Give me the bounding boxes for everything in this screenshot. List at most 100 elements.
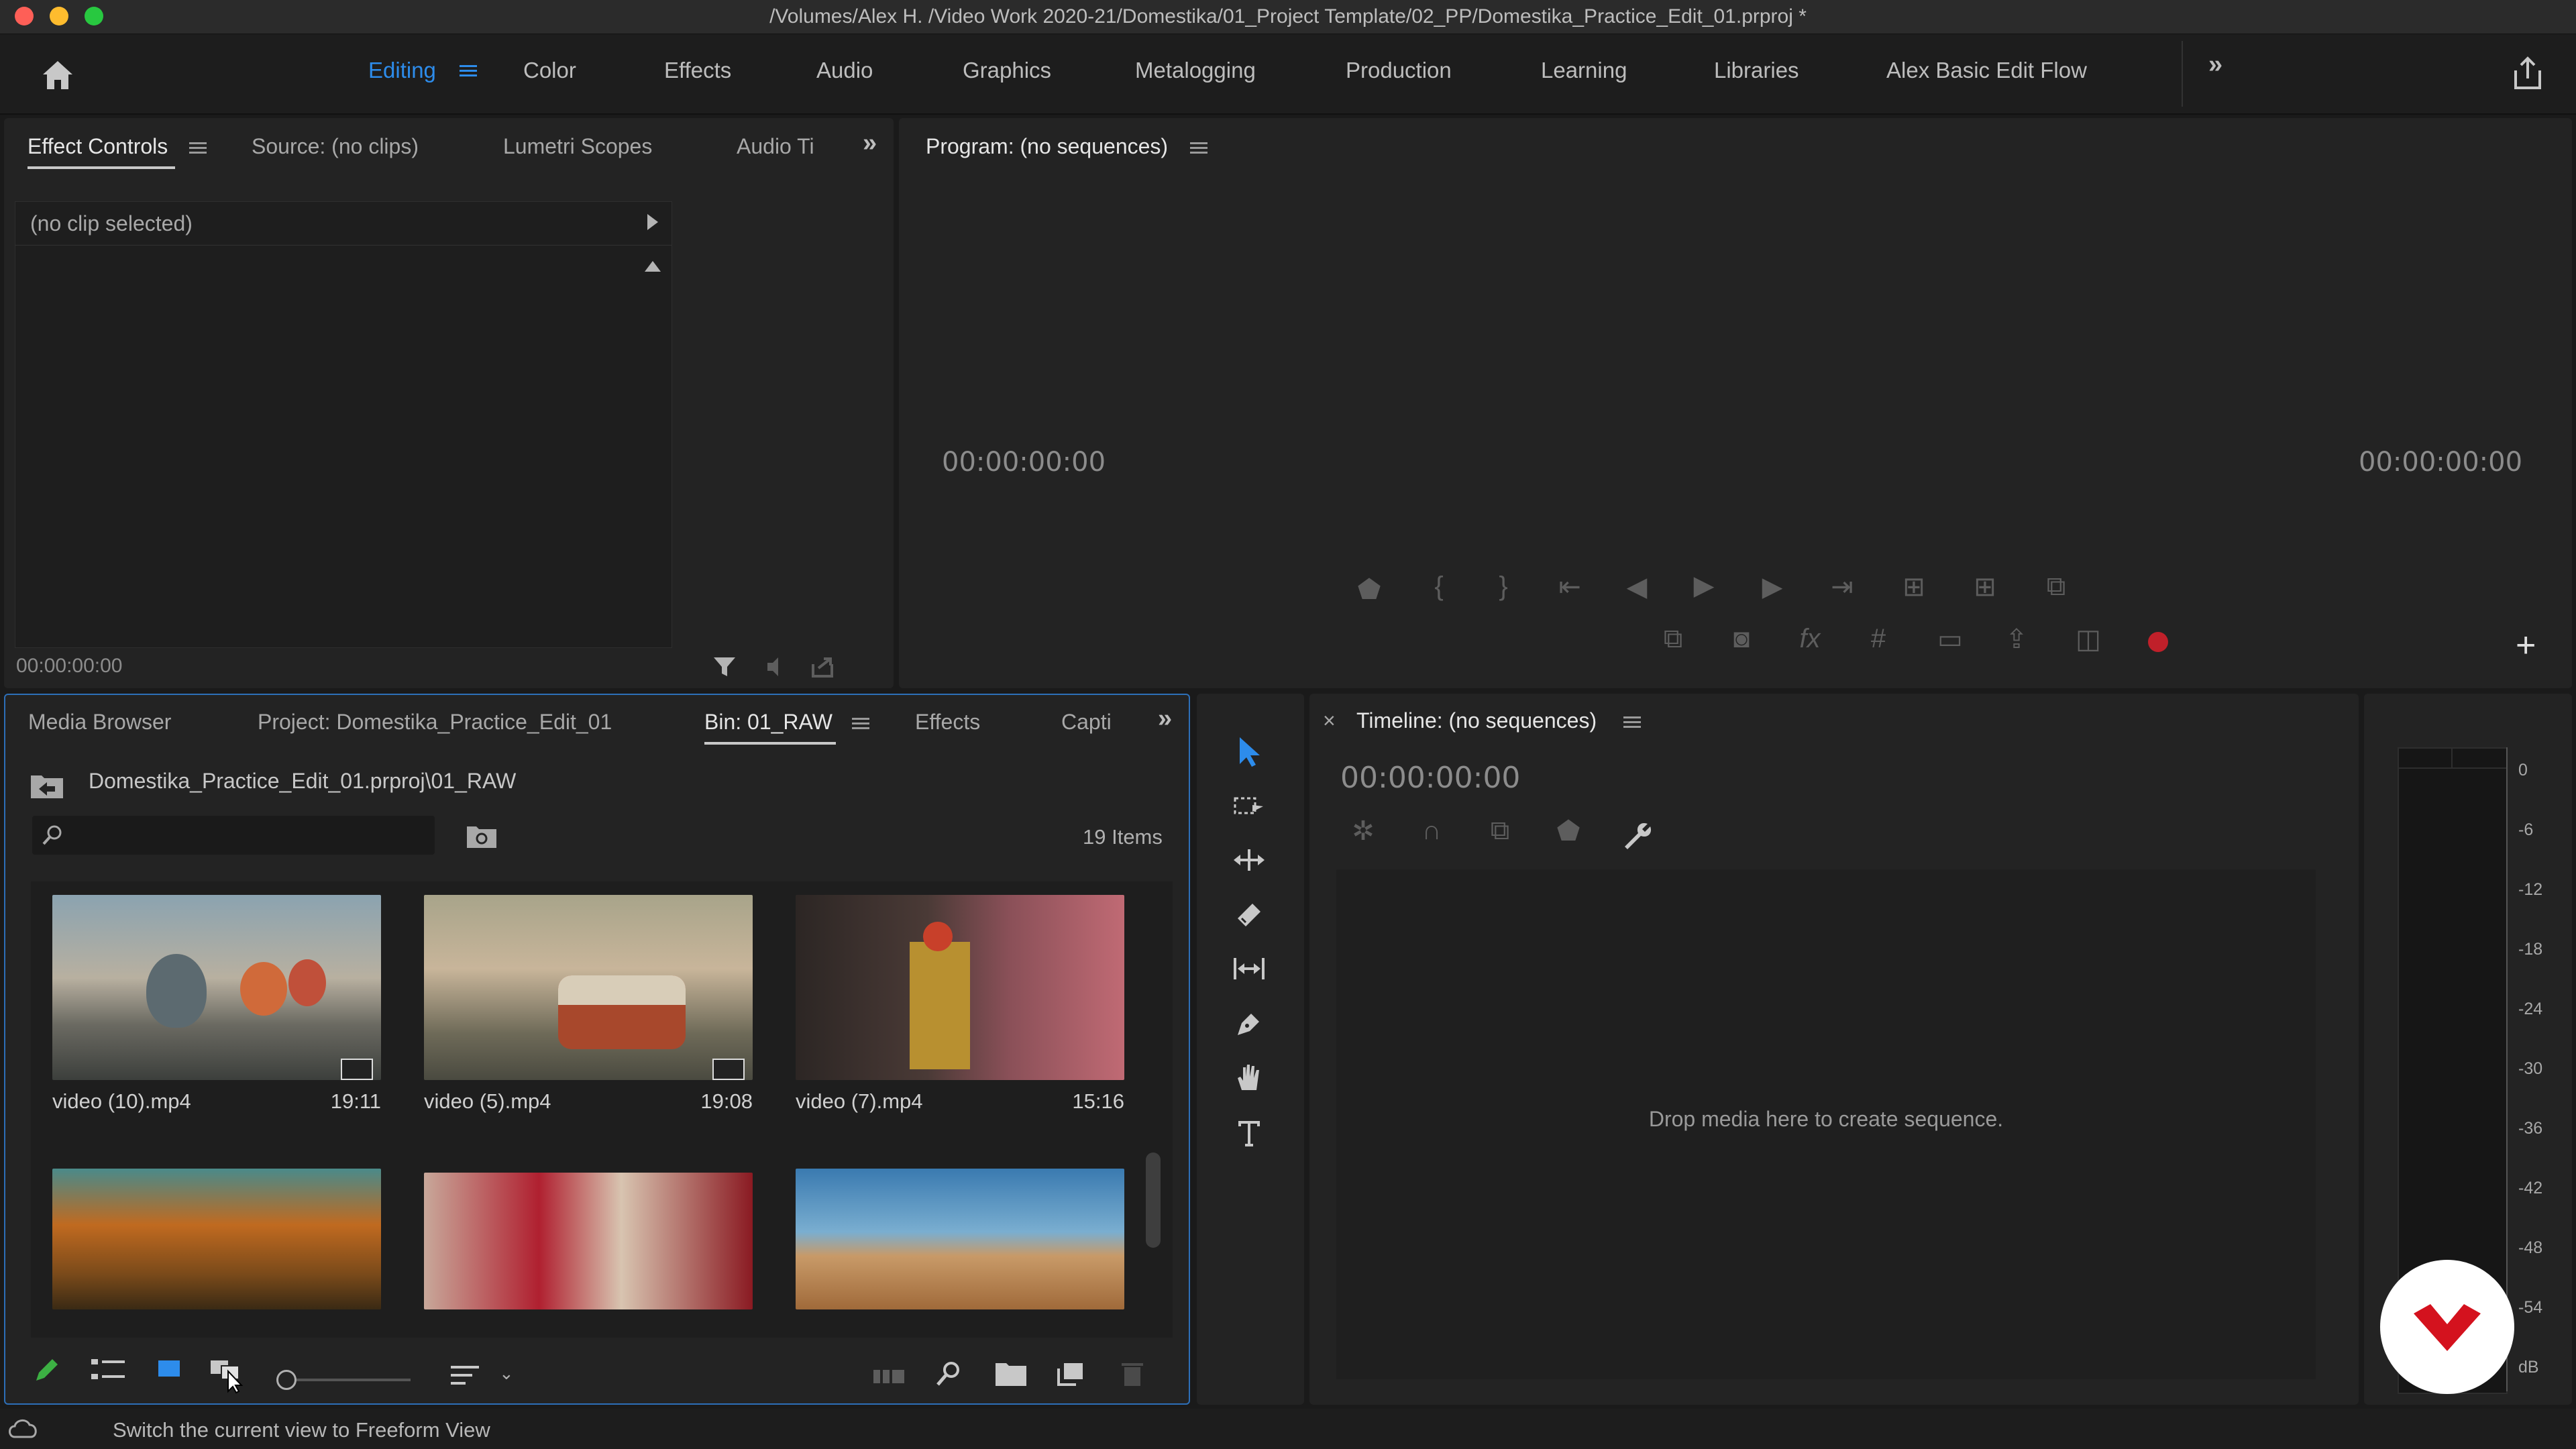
clip-thumbnail[interactable] <box>796 895 1124 1080</box>
mark-out-icon[interactable]: } <box>1487 572 1520 602</box>
mark-in-icon[interactable]: { <box>1422 572 1456 602</box>
play-audio-icon[interactable] <box>765 655 792 679</box>
nest-icon[interactable]: ✲ <box>1343 816 1383 847</box>
add-button-icon[interactable]: + <box>2516 625 2536 665</box>
panel-menu-icon[interactable] <box>1623 716 1641 729</box>
add-marker-icon[interactable]: ⬟ <box>1548 816 1589 847</box>
creative-cloud-icon[interactable] <box>7 1417 39 1441</box>
insert-icon[interactable]: ⧉ <box>1653 624 1693 654</box>
list-view-icon[interactable] <box>90 1356 126 1383</box>
workspace-learning[interactable]: Learning <box>1541 34 1627 113</box>
linked-selection-icon[interactable]: ⧉ <box>1480 816 1520 846</box>
step-back-icon[interactable]: ◀ <box>1617 572 1657 602</box>
panel-menu-icon[interactable] <box>189 142 207 154</box>
tab-lumetri-scopes[interactable]: Lumetri Scopes <box>503 134 652 159</box>
razor-tool-icon[interactable] <box>1229 895 1269 935</box>
folder-up-icon[interactable] <box>30 770 64 800</box>
type-tool-icon[interactable] <box>1229 1112 1269 1152</box>
add-marker-icon[interactable]: ⬟ <box>1352 574 1386 605</box>
go-to-out-icon[interactable]: ⇥ <box>1822 572 1862 602</box>
search-field[interactable] <box>32 816 435 855</box>
safe-margins-icon[interactable]: ▭ <box>1927 624 1974 655</box>
pen-tool-icon[interactable] <box>1229 1004 1269 1044</box>
expand-triangle-icon[interactable] <box>647 214 658 230</box>
panel-menu-icon[interactable] <box>852 718 869 730</box>
timeline-timecode[interactable]: 00:00:00:00 <box>1340 761 1520 795</box>
zoom-slider-track[interactable] <box>297 1379 411 1381</box>
workspace-libraries[interactable]: Libraries <box>1714 34 1799 113</box>
step-forward-icon[interactable]: ▶ <box>1752 572 1792 602</box>
export-icon[interactable] <box>809 653 836 680</box>
clip-thumbnail[interactable] <box>424 1173 753 1309</box>
tab-project[interactable]: Project: Domestika_Practice_Edit_01 <box>258 710 612 735</box>
selection-tool-icon[interactable] <box>1229 731 1269 771</box>
clip-thumbnail[interactable] <box>796 1169 1124 1309</box>
db-label: -54 <box>2518 1298 2543 1317</box>
more-tabs-chevron-icon[interactable]: » <box>863 129 877 158</box>
tab-effects[interactable]: Effects <box>915 710 980 735</box>
panel-menu-icon[interactable] <box>1190 142 1208 154</box>
tab-bin-01-raw[interactable]: Bin: 01_RAW <box>704 710 833 735</box>
tab-audio[interactable]: Audio Ti <box>737 134 817 159</box>
close-panel-icon[interactable]: × <box>1323 708 1336 733</box>
track-select-tool-icon[interactable] <box>1229 786 1269 826</box>
workspace-graphics[interactable]: Graphics <box>963 34 1051 113</box>
filter-icon[interactable] <box>711 653 738 680</box>
more-workspaces-chevron-icon[interactable]: » <box>2208 50 2222 79</box>
clip-name[interactable]: video (5).mp4 <box>424 1089 551 1114</box>
share-icon[interactable] <box>2508 53 2548 93</box>
grid-icon[interactable]: # <box>1858 624 1898 654</box>
tab-effect-controls[interactable]: Effect Controls <box>28 134 168 159</box>
record-icon[interactable] <box>2148 632 2168 652</box>
extract-icon[interactable]: ⊞ <box>1962 572 2008 602</box>
play-icon[interactable]: ▶ <box>1684 570 1724 601</box>
home-icon[interactable] <box>38 54 78 95</box>
more-tabs-chevron-icon[interactable]: » <box>1158 704 1172 733</box>
timeline-drop-area[interactable]: Drop media here to create sequence. <box>1336 869 2316 1379</box>
search-input[interactable] <box>72 821 424 849</box>
sort-icon[interactable] <box>449 1362 480 1389</box>
pencil-icon[interactable] <box>32 1355 62 1385</box>
sort-chevron-down-icon[interactable]: ⌄ <box>499 1363 514 1384</box>
export-frame-compare-icon[interactable]: ⧉ <box>2033 572 2080 602</box>
workspace-color[interactable]: Color <box>523 34 576 113</box>
camera-icon[interactable]: ◙ <box>1721 624 1762 654</box>
workspace-audio[interactable]: Audio <box>816 34 873 113</box>
workspace-alex-basic-edit-flow[interactable]: Alex Basic Edit Flow <box>1886 34 2087 113</box>
compare-view-icon[interactable]: ◫ <box>2065 624 2112 655</box>
trash-icon[interactable] <box>1119 1360 1146 1387</box>
clip-thumbnail[interactable] <box>52 1169 381 1309</box>
new-search-bin-icon[interactable] <box>466 822 498 849</box>
tab-source[interactable]: Source: (no clips) <box>252 134 419 159</box>
ripple-edit-tool-icon[interactable] <box>1229 840 1269 880</box>
tab-media-browser[interactable]: Media Browser <box>28 710 171 735</box>
lift-icon[interactable]: ⊞ <box>1890 572 1937 602</box>
zoom-slider-handle[interactable] <box>276 1370 297 1390</box>
workspace-editing[interactable]: Editing <box>368 34 436 113</box>
new-item-icon[interactable] <box>1056 1360 1085 1387</box>
freeform-view-icon[interactable] <box>208 1354 248 1394</box>
workspace-menu-icon[interactable] <box>460 65 477 77</box>
automate-to-sequence-icon[interactable] <box>871 1362 907 1389</box>
clip-thumbnail[interactable] <box>424 895 753 1080</box>
new-bin-icon[interactable] <box>994 1360 1028 1387</box>
slip-tool-icon[interactable] <box>1229 949 1269 989</box>
clip-thumbnail[interactable] <box>52 895 381 1080</box>
tab-captions[interactable]: Capti <box>1061 710 1115 735</box>
workspace-production[interactable]: Production <box>1346 34 1452 113</box>
workspace-effects[interactable]: Effects <box>664 34 731 113</box>
go-to-in-icon[interactable]: ⇤ <box>1550 572 1590 602</box>
clip-name[interactable]: video (7).mp4 <box>796 1089 923 1114</box>
workspace-metalogging[interactable]: Metalogging <box>1135 34 1256 113</box>
scroll-up-triangle-icon[interactable] <box>645 261 661 272</box>
snap-magnet-icon[interactable]: ∩ <box>1411 816 1452 846</box>
hand-tool-icon[interactable] <box>1229 1057 1269 1097</box>
fx-icon[interactable]: fx <box>1790 624 1830 654</box>
wrench-icon[interactable] <box>1621 820 1654 853</box>
icon-view-icon[interactable] <box>154 1356 184 1383</box>
program-timecode-current[interactable]: 00:00:00:00 <box>942 447 1106 478</box>
export-icon[interactable]: ⇪ <box>1996 624 2037 655</box>
find-icon[interactable] <box>934 1359 963 1389</box>
clip-name[interactable]: video (10).mp4 <box>52 1089 191 1114</box>
bin-scrollbar[interactable] <box>1146 1152 1161 1248</box>
